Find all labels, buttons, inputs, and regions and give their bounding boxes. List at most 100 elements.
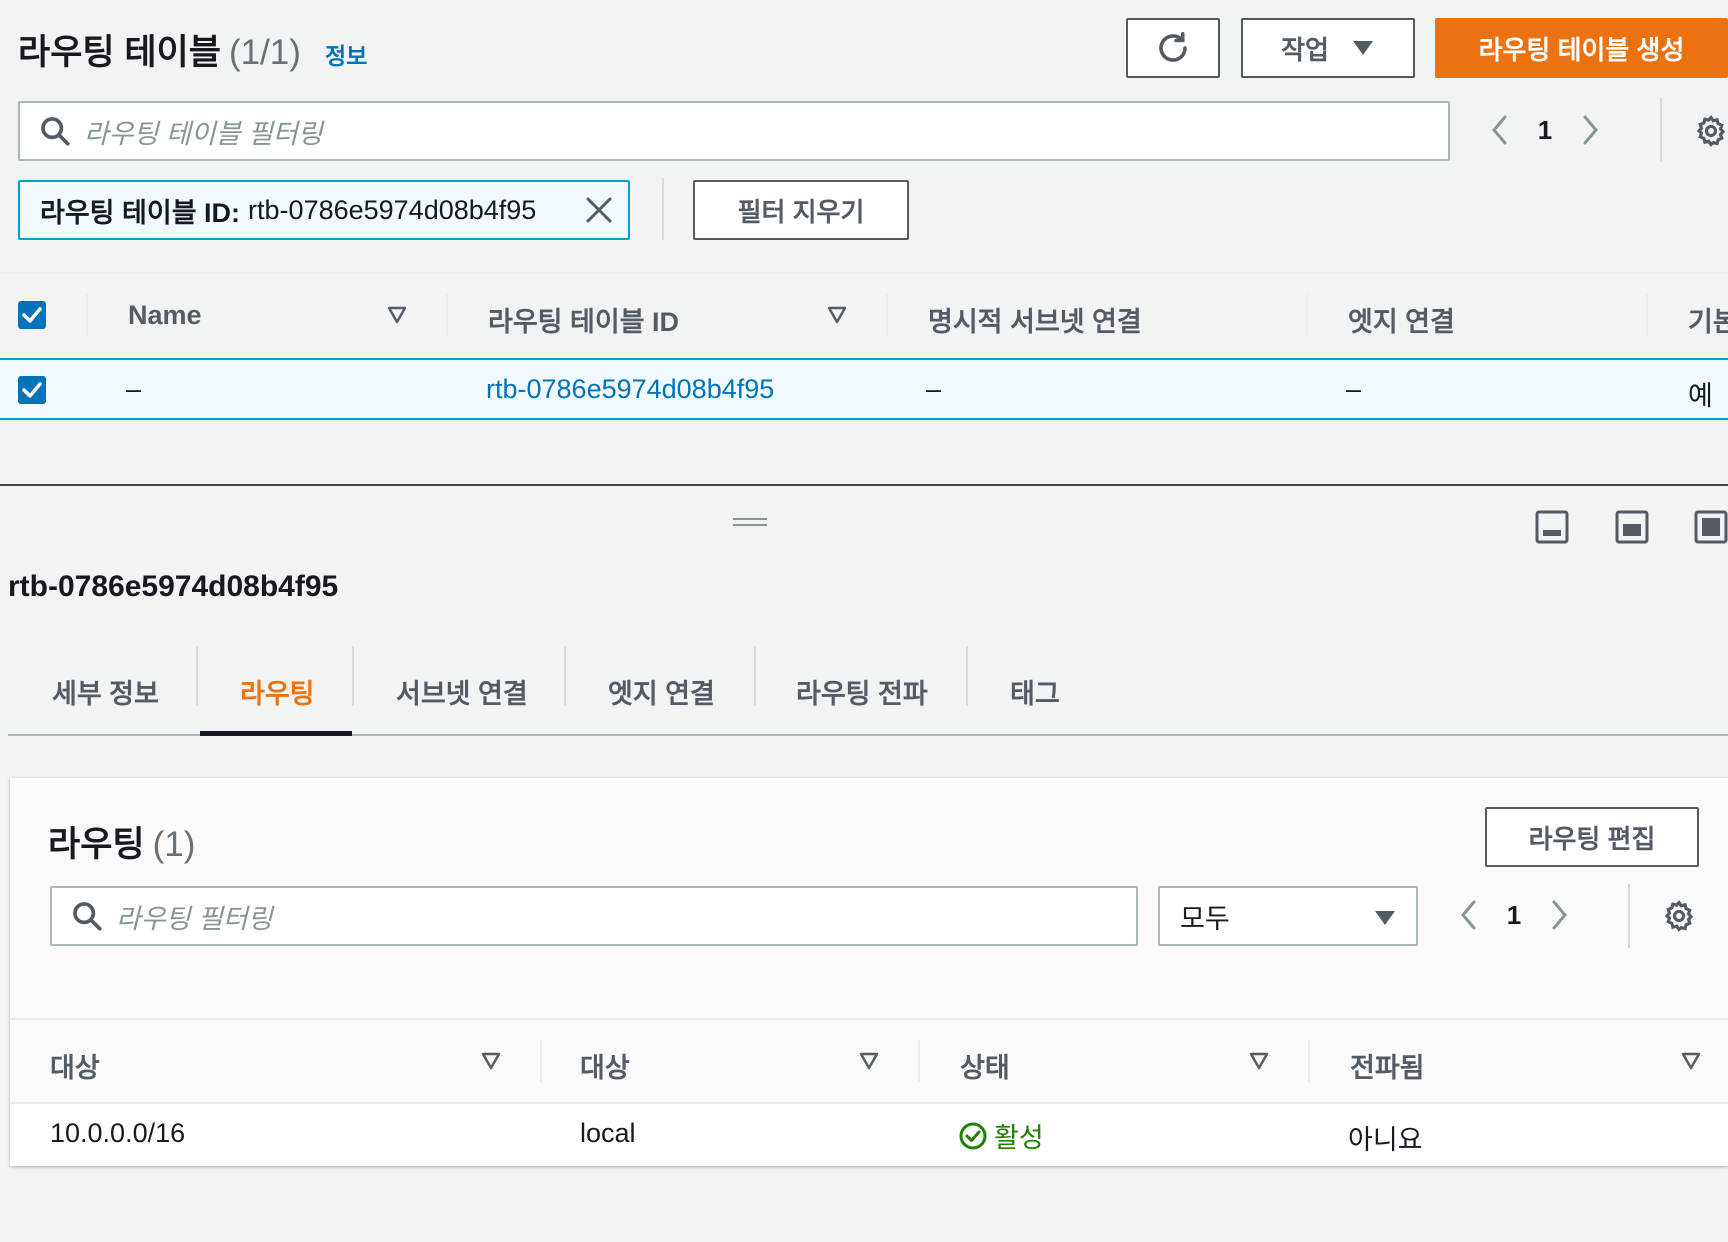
column-divider	[1646, 294, 1648, 336]
split-full-icon[interactable]	[1694, 510, 1728, 544]
cell-edge: –	[1346, 374, 1362, 404]
column-header-name[interactable]: Name	[128, 300, 202, 331]
page-title-count: (1/1)	[228, 33, 301, 72]
tab-route-propagation[interactable]: 라우팅 전파	[796, 660, 928, 722]
split-side-icon[interactable]	[1615, 510, 1649, 544]
chevron-right-icon[interactable]	[1544, 898, 1574, 932]
checkmark-icon	[22, 382, 42, 398]
column-divider	[1308, 1040, 1310, 1082]
drag-handle-icon[interactable]	[733, 516, 767, 528]
sort-icon[interactable]	[480, 1050, 502, 1072]
column-header-propagated[interactable]: 전파됨	[1350, 1046, 1425, 1085]
current-page[interactable]: 1	[1484, 900, 1544, 931]
chevron-left-icon[interactable]	[1454, 898, 1484, 932]
status-text: 활성	[994, 1123, 1044, 1153]
tab-divider	[352, 646, 354, 706]
status-success-icon	[959, 1122, 987, 1149]
search-icon	[73, 902, 102, 931]
edit-routes-button[interactable]: 라우팅 편집	[1485, 807, 1699, 867]
select-all-checkbox[interactable]	[18, 301, 46, 329]
sort-icon[interactable]	[858, 1050, 880, 1072]
column-header-main: 기본	[1688, 307, 1728, 337]
column-header-target[interactable]: 대상	[580, 1046, 630, 1085]
filter-token: 라우팅 테이블 ID: rtb-0786e5974d08b4f95	[18, 180, 630, 240]
cell-route-table-id-link[interactable]: rtb-0786e5974d08b4f95	[486, 374, 774, 405]
route-tables-panel: 라우팅 테이블 (1/1) 정보 작업 라우팅 테이블 생성 라우팅 테이블 필터…	[0, 0, 1728, 485]
filter-token-value: rtb-0786e5974d08b4f95	[248, 194, 537, 225]
routes-search-input[interactable]: 라우팅 필터링	[50, 886, 1138, 946]
column-divider	[86, 294, 88, 336]
column-divider	[918, 1040, 920, 1082]
column-divider	[1306, 294, 1308, 336]
cell-explicit-subnet: –	[926, 374, 942, 404]
divider	[1660, 98, 1662, 162]
column-header-destination[interactable]: 대상	[50, 1046, 100, 1085]
tab-edge-associations[interactable]: 엣지 연결	[608, 660, 715, 722]
tab-routes[interactable]: 라우팅	[240, 660, 315, 722]
column-divider	[446, 294, 448, 336]
column-header-edge: 엣지 연결	[1348, 307, 1455, 337]
table-row[interactable]: – rtb-0786e5974d08b4f95 – – 예	[0, 358, 1728, 420]
current-page[interactable]: 1	[1515, 115, 1575, 146]
cell-name: –	[126, 374, 142, 404]
routes-filter-select[interactable]: 모두	[1158, 886, 1418, 946]
row-checkbox[interactable]	[18, 376, 46, 404]
tab-divider	[966, 646, 968, 706]
cell-propagated: 아니요	[1348, 1125, 1423, 1155]
column-divider	[540, 1040, 542, 1082]
cell-target: local	[580, 1118, 636, 1148]
routes-header: 라우팅 (1) 라우팅 편집 라우팅 필터링 모두 1	[10, 778, 1728, 1018]
tab-divider	[754, 646, 756, 706]
routes-container: 라우팅 (1) 라우팅 편집 라우팅 필터링 모두 1 대상 대상 상태 전파됨…	[10, 778, 1728, 1166]
route-table-search-input[interactable]: 라우팅 테이블 필터링	[18, 101, 1450, 161]
settings-gear-icon[interactable]	[1694, 114, 1728, 148]
divider	[1628, 884, 1630, 948]
column-header-route-table-id[interactable]: 라우팅 테이블 ID	[488, 300, 679, 339]
table-row: 10.0.0.0/16 local 활성 아니요	[10, 1104, 1728, 1166]
refresh-button[interactable]	[1126, 18, 1220, 78]
chevron-right-icon[interactable]	[1575, 113, 1605, 147]
split-panel-divider[interactable]	[0, 484, 1728, 486]
active-tab-indicator	[200, 731, 352, 736]
column-divider	[886, 294, 888, 336]
checkmark-icon	[22, 307, 42, 323]
column-header-status[interactable]: 상태	[960, 1046, 1010, 1085]
clear-filters-button[interactable]: 필터 지우기	[693, 180, 909, 240]
actions-dropdown-button[interactable]: 작업	[1241, 18, 1415, 78]
routes-title: 라우팅 (1)	[48, 825, 196, 864]
settings-gear-icon[interactable]	[1662, 899, 1696, 933]
chevron-left-icon[interactable]	[1485, 113, 1515, 147]
refresh-icon	[1159, 31, 1187, 62]
tab-divider	[196, 646, 198, 706]
cell-main: 예	[1688, 381, 1713, 411]
sort-icon[interactable]	[386, 304, 408, 326]
divider	[662, 178, 664, 240]
table-header: Name 라우팅 테이블 ID 명시적 서브넷 연결 엣지 연결 기본	[0, 272, 1728, 360]
detail-tabs: 세부 정보 라우팅 서브넷 연결 엣지 연결 라우팅 전파 태그	[8, 646, 1728, 736]
tab-subnet-associations[interactable]: 서브넷 연결	[396, 660, 528, 722]
sort-icon[interactable]	[1248, 1050, 1270, 1072]
routes-count: (1)	[152, 825, 196, 864]
sort-icon[interactable]	[1680, 1050, 1702, 1072]
caret-down-icon	[1352, 41, 1373, 55]
create-route-table-button[interactable]: 라우팅 테이블 생성	[1435, 18, 1728, 78]
tab-divider	[564, 646, 566, 706]
caret-down-icon	[1375, 911, 1395, 925]
cell-destination: 10.0.0.0/16	[50, 1118, 186, 1148]
select-value: 모두	[1180, 903, 1230, 934]
search-placeholder: 라우팅 테이블 필터링	[84, 118, 323, 149]
routes-pagination: 1	[1454, 898, 1574, 932]
pagination: 1	[1485, 113, 1605, 147]
split-bottom-icon[interactable]	[1535, 510, 1569, 544]
sort-icon[interactable]	[826, 304, 848, 326]
search-placeholder: 라우팅 필터링	[116, 903, 273, 934]
tab-details[interactable]: 세부 정보	[52, 660, 159, 722]
page-title: 라우팅 테이블 (1/1)	[18, 33, 301, 72]
search-icon	[41, 117, 70, 146]
info-link[interactable]: 정보	[325, 37, 367, 71]
filter-token-key: 라우팅 테이블 ID:	[40, 197, 241, 228]
column-header-explicit-subnet: 명시적 서브넷 연결	[928, 307, 1142, 337]
tab-tags[interactable]: 태그	[1010, 660, 1060, 722]
close-icon[interactable]	[584, 195, 614, 225]
routes-table-header: 대상 대상 상태 전파됨	[10, 1018, 1728, 1104]
